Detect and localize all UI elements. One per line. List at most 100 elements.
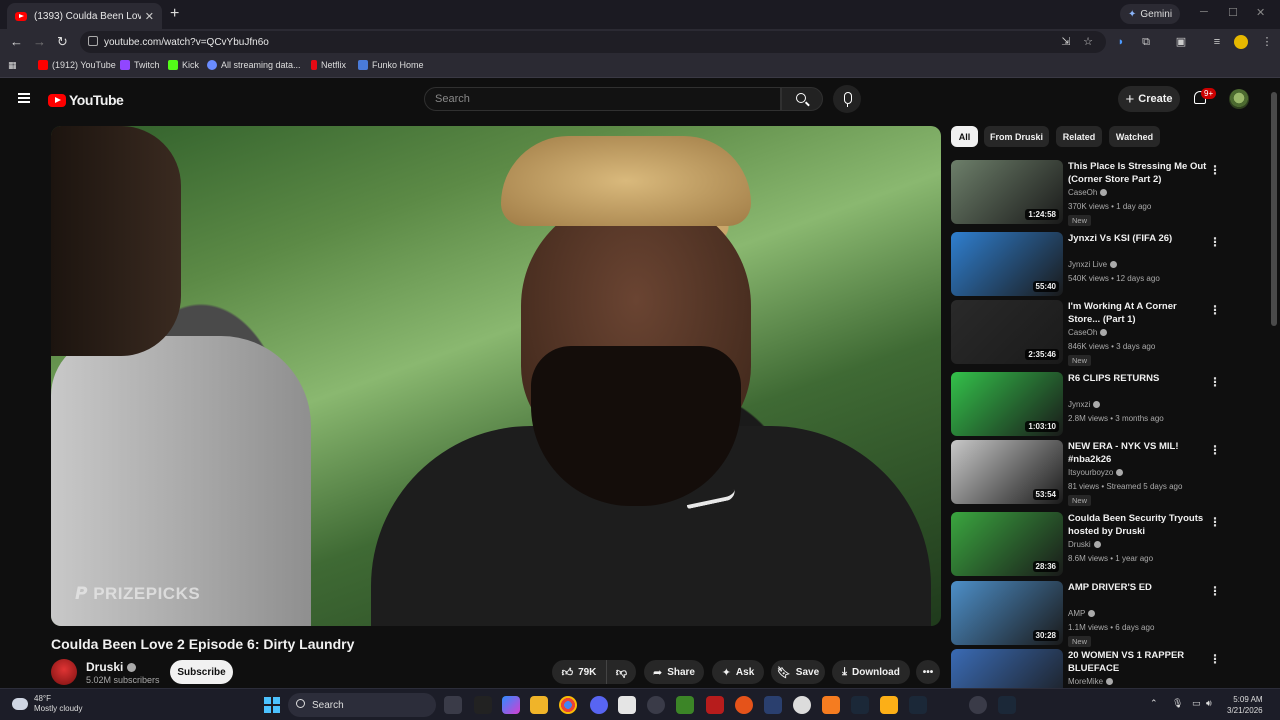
recommendation-item[interactable]: 55:40 Jynxzi Vs KSI (FIFA 26) Jynxzi Live 5…	[951, 232, 1269, 296]
playstation-icon[interactable]	[764, 696, 782, 714]
taskbar-search[interactable]: Search	[288, 693, 436, 717]
browser-tab[interactable]: (1393) Coulda Been Love 2 Episode 6 ✕	[7, 3, 162, 29]
back-arrow-icon[interactable]: ←	[10, 34, 23, 49]
site-info-icon[interactable]	[88, 36, 98, 46]
video-player[interactable]: 𝙋 PRIZEPICKS	[51, 126, 941, 626]
account-avatar[interactable]	[1229, 89, 1249, 109]
settings-gear-icon[interactable]	[969, 696, 987, 714]
chip-related[interactable]: Related	[1056, 126, 1102, 147]
sidepanel-icon[interactable]: ▣	[1174, 35, 1188, 49]
recommendation-item[interactable]: 30:28 AMP DRIVER'S ED AMP 1.1M views • 6 da…	[951, 581, 1269, 647]
extension-wave-icon[interactable]: ◗	[1114, 35, 1128, 49]
minecraft-icon[interactable]	[676, 696, 694, 714]
tab-close-icon[interactable]: ✕	[145, 10, 154, 23]
recommendation-channel[interactable]: Druski	[1068, 540, 1101, 549]
save-button[interactable]: 🔖︎ Save	[771, 660, 825, 684]
recommendation-title[interactable]: Jynxzi Vs KSI (FIFA 26)	[1068, 232, 1208, 245]
recommendation-channel[interactable]: CaseOh	[1068, 188, 1108, 197]
minimize-icon[interactable]: ─	[1200, 6, 1208, 18]
vlc-icon[interactable]	[822, 696, 840, 714]
video-thumbnail[interactable]: 55:40	[951, 232, 1063, 296]
forward-arrow-icon[interactable]: →	[33, 34, 46, 49]
ea-app-icon[interactable]	[735, 696, 753, 714]
address-bar[interactable]: youtube.com/watch?v=QCvYbuJfn6o	[80, 31, 1106, 53]
recommendation-item[interactable]: 2:35:46 I'm Working At A Corner Store... …	[951, 300, 1269, 366]
video-thumbnail[interactable]: 30:28	[951, 581, 1063, 645]
bookmark-youtube[interactable]: (1912) YouTube	[38, 60, 116, 70]
install-app-icon[interactable]: ⇲	[1059, 35, 1073, 49]
like-button[interactable]: 👍︎ 79K	[552, 660, 606, 684]
video-thumbnail[interactable]: 28:36	[951, 512, 1063, 576]
more-options-icon[interactable]: ⋮	[1209, 375, 1221, 389]
channel-avatar[interactable]	[51, 659, 77, 685]
obs-icon[interactable]	[647, 696, 665, 714]
video-thumbnail[interactable]: 1:03:10	[951, 372, 1063, 436]
chip-from-druski[interactable]: From Druski	[984, 126, 1049, 147]
recommendation-item[interactable]: 53:54 NEW ERA - NYK VS MIL! #nba2k26 Itsyo…	[951, 440, 1269, 506]
recommendation-title[interactable]: I'm Working At A Corner Store... (Part 1…	[1068, 300, 1208, 326]
page-scrollbar[interactable]	[1271, 92, 1277, 326]
microphone-tray-icon[interactable]: 🎙︎	[1172, 698, 1183, 709]
bookmark-netflix[interactable]: Netflix	[311, 60, 346, 70]
discord-icon[interactable]	[590, 696, 608, 714]
ubisoft-icon[interactable]	[793, 696, 811, 714]
windows-start-icon[interactable]	[264, 697, 280, 713]
subscribe-button[interactable]: Subscribe	[170, 660, 233, 684]
volume-icon[interactable]: 🔊︎	[1206, 698, 1212, 709]
store-icon[interactable]	[618, 696, 636, 714]
reload-icon[interactable]: ↻	[57, 34, 68, 50]
more-options-icon[interactable]: ⋮	[1209, 235, 1221, 249]
nvidia-icon[interactable]	[851, 696, 869, 714]
recommendation-channel[interactable]: Jynxzi Live	[1068, 260, 1118, 269]
recommendation-channel[interactable]: CaseOh	[1068, 328, 1108, 337]
share-button[interactable]: ➦ Share	[644, 660, 704, 684]
ask-button[interactable]: ✦ Ask	[712, 660, 764, 684]
recommendation-channel[interactable]: AMP	[1068, 609, 1096, 618]
recommendation-title[interactable]: R6 CLIPS RETURNS	[1068, 372, 1208, 385]
menu-hamburger-icon[interactable]	[18, 93, 30, 103]
dislike-button[interactable]: 👎︎	[606, 660, 636, 684]
recommendation-item[interactable]: 1:24:58 This Place Is Stressing Me Out (C…	[951, 160, 1269, 226]
steam-icon[interactable]	[909, 696, 927, 714]
extensions-puzzle-icon[interactable]: ⧉	[1139, 35, 1153, 49]
new-tab-button[interactable]: +	[170, 5, 179, 23]
recommendation-title[interactable]: 20 WOMEN VS 1 RAPPER BLUEFACE	[1068, 649, 1208, 675]
gemini-button[interactable]: ✦ Gemini	[1120, 4, 1181, 24]
bookmark-twitch[interactable]: Twitch	[120, 60, 160, 70]
search-input[interactable]: Search	[424, 87, 781, 111]
browser-menu-icon[interactable]: ⋮	[1260, 35, 1274, 49]
video-thumbnail[interactable]: 1:24:58	[951, 160, 1063, 224]
apps-grid-icon[interactable]: ▦	[8, 60, 17, 71]
recommendation-title[interactable]: NEW ERA - NYK VS MIL! #nba2k26	[1068, 440, 1208, 466]
recommendation-item[interactable]: 1:03:10 R6 CLIPS RETURNS Jynxzi 2.8M views …	[951, 372, 1269, 436]
chip-all[interactable]: All	[951, 126, 978, 147]
epic-games-icon[interactable]	[474, 696, 492, 714]
weather-widget[interactable]: 48°F Mostly cloudy	[12, 694, 82, 714]
task-view-icon[interactable]	[444, 696, 462, 714]
bookmark-kick[interactable]: Kick	[168, 60, 199, 70]
video-thumbnail[interactable]: 53:54	[951, 440, 1063, 504]
more-options-icon[interactable]: ⋮	[1209, 515, 1221, 529]
recommendation-item[interactable]: 28:36 Coulda Been Security Tryouts hosted…	[951, 512, 1269, 576]
recommendation-channel[interactable]: MoreMike	[1068, 677, 1114, 686]
system-clock[interactable]: 5:09 AM 3/21/2026	[1227, 694, 1263, 716]
file-explorer-icon[interactable]	[530, 696, 548, 714]
tray-overflow-chevron-icon[interactable]: ⌃	[1150, 698, 1158, 709]
channel-name[interactable]: Druski	[86, 660, 137, 674]
more-options-icon[interactable]: ⋮	[1209, 584, 1221, 598]
download-button[interactable]: ⤓ Download	[832, 660, 910, 684]
copilot-icon[interactable]	[502, 696, 520, 714]
game-launcher-icon[interactable]	[706, 696, 724, 714]
video-thumbnail[interactable]: 2:35:46	[951, 300, 1063, 364]
recommendation-title[interactable]: Coulda Been Security Tryouts hosted by D…	[1068, 512, 1208, 538]
bookmark-star-icon[interactable]: ☆	[1081, 35, 1095, 49]
recommendation-channel[interactable]: Itsyourboyzo	[1068, 468, 1124, 477]
youtube-logo[interactable]: YouTube	[48, 92, 124, 108]
chip-watched[interactable]: Watched	[1109, 126, 1160, 147]
recommendation-title[interactable]: AMP DRIVER'S ED	[1068, 581, 1208, 594]
more-actions-button[interactable]: •••	[916, 660, 940, 684]
more-options-icon[interactable]: ⋮	[1209, 652, 1221, 666]
network-icon[interactable]: ▭	[1192, 698, 1201, 709]
more-options-icon[interactable]: ⋮	[1209, 303, 1221, 317]
rockstar-icon[interactable]	[880, 696, 898, 714]
